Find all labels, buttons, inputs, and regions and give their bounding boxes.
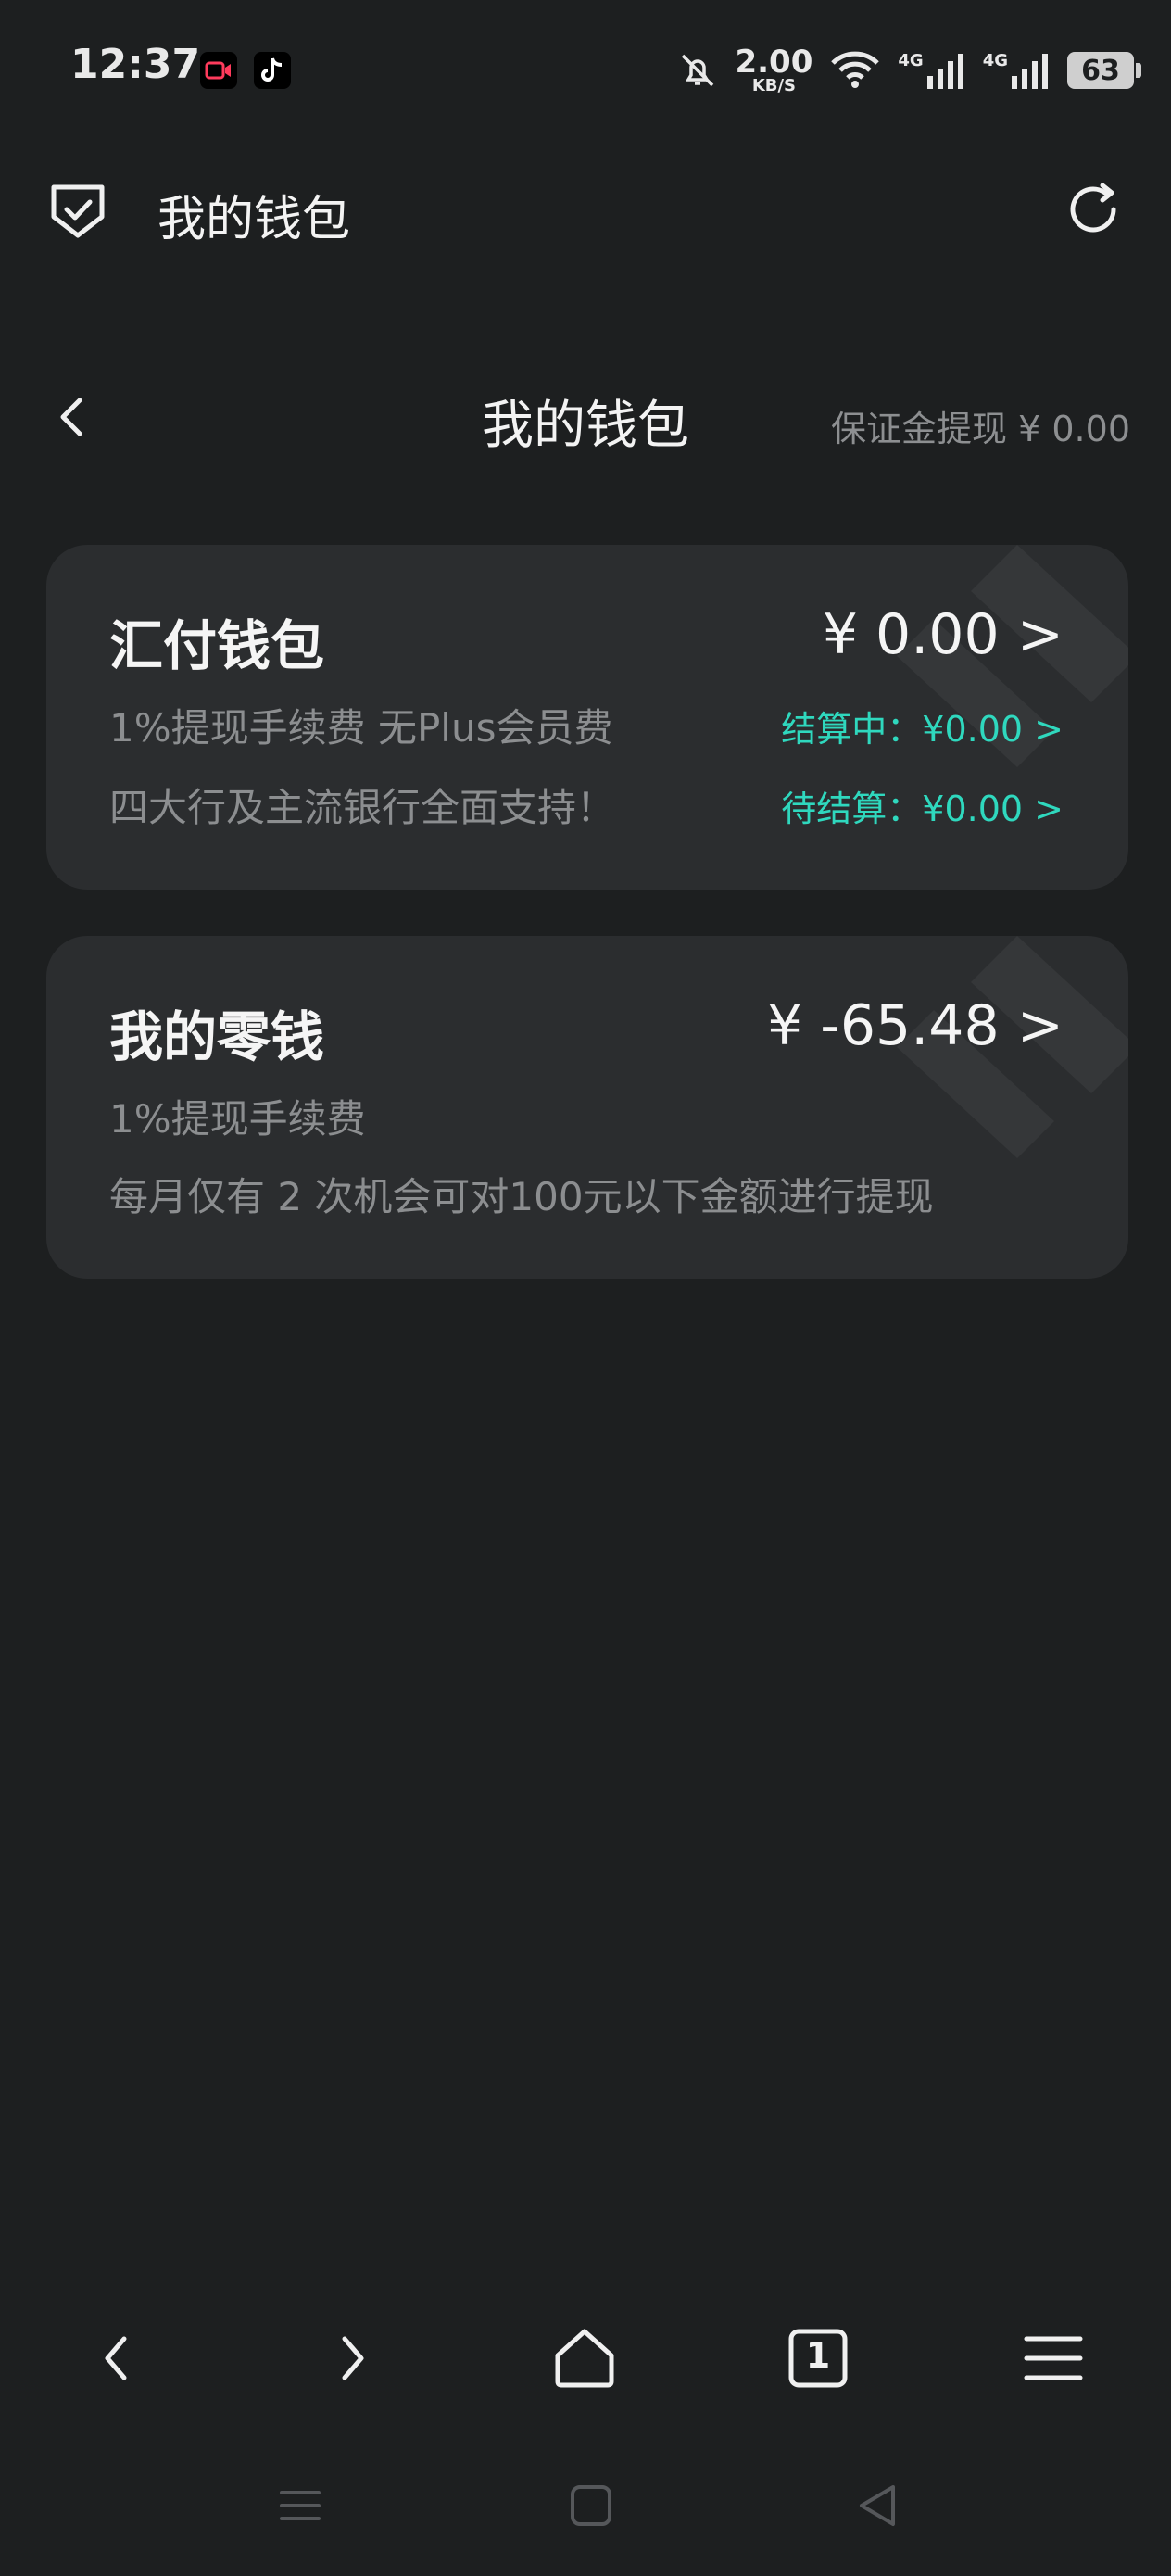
tab-count: 1 xyxy=(805,2335,831,2376)
status-icons: 2.00 KB/S 4G 4G 63 xyxy=(677,41,1141,100)
card-line: 1%提现手续费 无Plus会员费 xyxy=(109,705,613,751)
card-line: 四大行及主流银行全面支持！ xyxy=(109,785,616,830)
net-speed: 2.00 KB/S xyxy=(735,46,812,95)
change-wallet-card[interactable]: 我的零钱 ¥ -65.48 > 1%提现手续费 每月仅有 2 次机会可对100元… xyxy=(46,936,1128,1279)
card-line: 每月仅有 2 次机会可对100元以下金额进行提现 xyxy=(109,1174,934,1219)
signal-icon-2: 4G xyxy=(983,50,1051,91)
system-recents-icon[interactable] xyxy=(272,2478,328,2533)
battery-icon: 63 xyxy=(1067,52,1141,89)
browser-back-icon[interactable] xyxy=(76,2317,159,2400)
net-speed-value: 2.00 xyxy=(735,44,813,81)
refresh-icon[interactable] xyxy=(1060,176,1127,243)
pending-amount-link[interactable]: 待结算：¥0.00 > xyxy=(781,780,1064,831)
wifi-icon xyxy=(831,51,880,88)
signal1-label: 4G xyxy=(898,51,924,70)
card-title: 汇付钱包 xyxy=(109,614,325,677)
browser-forward-icon[interactable] xyxy=(309,2317,393,2400)
signal-icon: 4G xyxy=(898,50,965,91)
tiktok-icon xyxy=(254,52,291,89)
net-speed-unit: KB/S xyxy=(751,76,797,95)
settling-amount-link[interactable]: 结算中：¥0.00 > xyxy=(781,701,1064,751)
screen-record-icon xyxy=(200,52,237,89)
huifu-wallet-card[interactable]: 汇付钱包 ¥ 0.00 > 1%提现手续费 无Plus会员费 四大行及主流银行全… xyxy=(46,545,1128,890)
home-icon[interactable] xyxy=(543,2317,626,2400)
deposit-withdraw-link[interactable]: 保证金提现 ¥ 0.00 xyxy=(831,400,1130,451)
card-title: 我的零钱 xyxy=(109,1005,325,1068)
card-amount[interactable]: ¥ -65.48 > xyxy=(767,993,1064,1058)
menu-icon[interactable] xyxy=(1012,2317,1095,2400)
card-amount[interactable]: ¥ 0.00 > xyxy=(823,602,1064,667)
mute-bell-icon xyxy=(682,54,714,87)
system-home-icon[interactable] xyxy=(563,2478,619,2533)
tabs-button[interactable]: 1 xyxy=(776,2317,860,2400)
card-line: 1%提现手续费 xyxy=(109,1096,366,1142)
shield-check-icon[interactable] xyxy=(44,176,111,243)
status-time: 12:37 xyxy=(70,41,201,88)
signal2-label: 4G xyxy=(982,51,1008,70)
system-back-icon[interactable] xyxy=(850,2478,906,2533)
header-title: 我的钱包 xyxy=(157,192,351,247)
